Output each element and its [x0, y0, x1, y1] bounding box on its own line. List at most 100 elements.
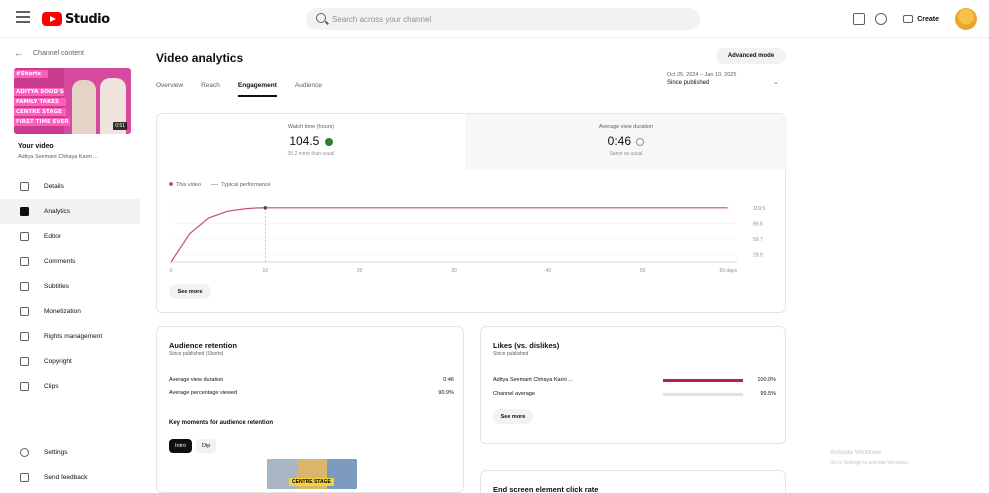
legend-item-typical: Typical performance: [211, 182, 271, 188]
likes-bar: [663, 378, 743, 382]
x-tick-label: 20: [357, 268, 363, 274]
sidebar-item-copyright[interactable]: Copyright: [0, 349, 140, 374]
thumbnail-caption: CENTRE STAGE: [289, 478, 334, 486]
watermark-line: Go to Settings to activate Windows.: [830, 460, 909, 466]
sidebar-item-label: Editor: [44, 233, 61, 240]
top-right-actions: Create: [853, 8, 977, 30]
series-line: [170, 207, 728, 263]
x-tick-label: 30: [451, 268, 457, 274]
sidebar-item-label: Monetization: [44, 308, 81, 315]
sidebar-item-label: Subtitles: [44, 283, 69, 290]
check-circle-icon: [324, 137, 333, 146]
video-duration: 0:51: [113, 122, 127, 130]
metric-comparison: 35.2 more than usual: [287, 151, 335, 157]
rights-icon: [20, 332, 29, 341]
card-title: Likes (vs. dislikes): [493, 341, 560, 350]
row-label: Channel average: [493, 391, 535, 397]
key-moments-title: Key moments for audience retention: [169, 420, 274, 426]
sidebar-item-editor[interactable]: Editor: [0, 224, 140, 249]
help-icon[interactable]: [853, 13, 866, 25]
thumbnail-line: FIRST TIME EVER: [14, 118, 70, 126]
subtitles-icon: [20, 282, 29, 291]
sidebar-item-comments[interactable]: Comments: [0, 249, 140, 274]
y-tick-label: 59.7: [753, 237, 763, 243]
tab-overview[interactable]: Overview: [156, 82, 183, 97]
sidebar-item-label: Copyright: [44, 358, 72, 365]
sidebar-item-label: Details: [44, 183, 64, 190]
sidebar-item-subtitles[interactable]: Subtitles: [0, 274, 140, 299]
data-point: [263, 205, 268, 210]
sidebar-item-label: Rights management: [44, 333, 103, 340]
watch-time-chart: 119.5 89.6 59.7 29.9 0 10 20 30 40 50 60 days: [170, 205, 765, 274]
x-tick-label: 40: [546, 268, 552, 274]
thumbnail-line: FAMILY TAKES: [14, 98, 66, 106]
metric-watch-time[interactable]: Watch time (hours) 104.5 35.2 more than …: [157, 114, 465, 170]
search-bar[interactable]: [306, 8, 700, 30]
likes-bar: [663, 392, 743, 396]
notifications-icon[interactable]: [875, 13, 888, 25]
video-title: Aditya Seemant Chhaya Karni ...: [18, 154, 98, 160]
back-label: Channel content: [33, 49, 84, 57]
date-range-selector[interactable]: Oct 25, 2024 – Jan 10, 2025 Since publis…: [667, 71, 736, 87]
row-label: Average percentage viewed: [169, 390, 238, 396]
sidebar-item-monetization[interactable]: Monetization: [0, 299, 140, 324]
info-icon: [636, 137, 645, 146]
sidebar-item-settings[interactable]: Settings: [0, 440, 140, 465]
feedback-icon: [20, 473, 29, 482]
sidebar-item-analytics[interactable]: Analytics: [0, 199, 140, 224]
sidebar-item-send-feedback[interactable]: Send feedback: [0, 465, 140, 490]
sidebar-item-clips[interactable]: Clips: [0, 374, 140, 399]
tab-reach[interactable]: Reach: [201, 82, 220, 97]
key-moments-chips: Intro Dip: [169, 439, 217, 453]
studio-logo[interactable]: Studio: [42, 10, 110, 28]
pencil-icon: [20, 182, 29, 191]
sidebar-item-label: Analytics: [44, 208, 71, 215]
x-tick-label: 60 days: [719, 268, 737, 274]
logo-text: Studio: [65, 11, 110, 27]
y-tick-label: 119.5: [753, 206, 765, 212]
advanced-mode-button[interactable]: Advanced mode: [716, 48, 786, 64]
row-label: Average view duration: [169, 377, 224, 383]
key-moment-thumbnail[interactable]: CENTRE STAGE: [267, 459, 357, 489]
likes-row: Channel average 99.5%: [493, 391, 778, 397]
chevron-down-icon[interactable]: ⌄: [773, 78, 779, 86]
create-button[interactable]: Create: [897, 12, 945, 26]
account-avatar[interactable]: [955, 8, 977, 30]
metric-number: 0:46: [607, 134, 631, 148]
back-to-channel-content[interactable]: ← Channel content: [14, 48, 84, 58]
legend-line-icon: [211, 184, 219, 186]
row-value: 99.5%: [760, 391, 776, 397]
search-input[interactable]: [332, 11, 672, 27]
metric-average-view-duration[interactable]: Average view duration 0:46 Same as usual: [465, 114, 787, 170]
likes-see-more-button[interactable]: See more: [493, 409, 533, 424]
y-tick-label: 29.9: [753, 253, 763, 259]
legend-item-this-video: This video: [169, 182, 201, 188]
legend-label: Typical performance: [221, 182, 271, 188]
chip-dip[interactable]: Dip: [196, 439, 217, 453]
likes-bar-fill: [663, 378, 743, 382]
row-value: 100.0%: [757, 377, 776, 383]
chip-intro[interactable]: Intro: [169, 439, 193, 453]
tab-engagement[interactable]: Engagement: [237, 82, 277, 97]
thumbnail-line: ADITYA SOOD'S: [14, 88, 64, 96]
engagement-card: Watch time (hours) 104.5 35.2 more than …: [156, 113, 787, 313]
gear-icon: [20, 448, 29, 457]
tab-audience[interactable]: Audience: [295, 82, 322, 97]
video-thumbnail[interactable]: #Shorts ADITYA SOOD'S FAMILY TAKES CENTR…: [14, 68, 131, 134]
card-title: Audience retention: [169, 341, 237, 350]
thumbnail-banner: #Shorts: [14, 70, 48, 78]
legend-dot-icon: [169, 182, 173, 186]
youtube-logo-icon: [42, 12, 62, 26]
metric-label: Watch time (hours): [287, 124, 335, 130]
x-tick-label: 0: [170, 268, 173, 274]
sidebar-item-rights-management[interactable]: Rights management: [0, 324, 140, 349]
date-range-selected: Since published: [667, 80, 710, 86]
search-icon[interactable]: [316, 13, 326, 23]
sidebar-item-label: Settings: [44, 449, 68, 456]
sidebar-item-details[interactable]: Details: [0, 174, 140, 199]
card-title: End screen element click rate: [493, 485, 599, 493]
menu-icon[interactable]: [16, 11, 30, 25]
see-more-button[interactable]: See more: [169, 284, 211, 299]
row-label: Aditya Seemant Chhaya Karni ...: [493, 377, 573, 383]
create-icon: [903, 15, 914, 23]
